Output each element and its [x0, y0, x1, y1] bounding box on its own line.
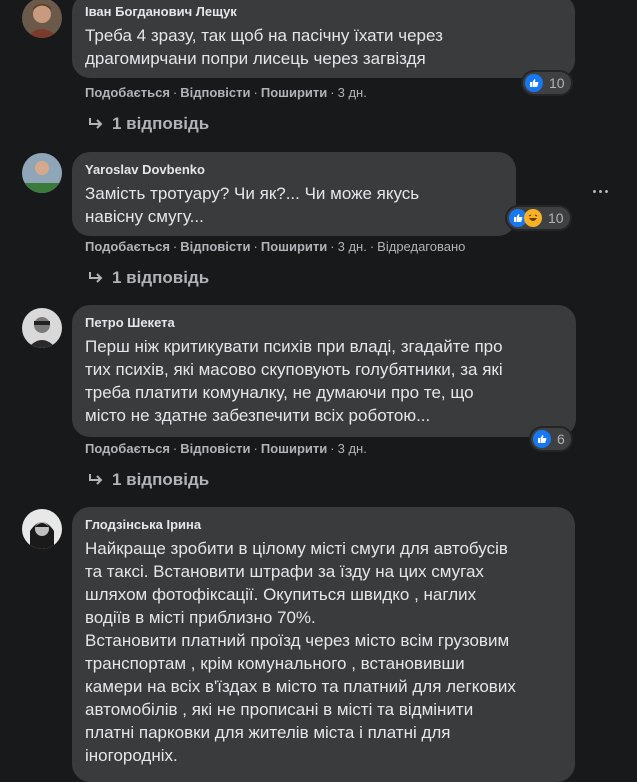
like-reaction-icon — [533, 430, 551, 448]
reply-button[interactable]: Відповісти — [180, 85, 250, 100]
timestamp[interactable]: 3 дн. — [338, 239, 367, 254]
edited-label[interactable]: Відредаговано — [377, 239, 465, 254]
share-button[interactable]: Поширити — [261, 85, 327, 100]
view-replies-button[interactable]: 1 відповідь — [88, 267, 209, 289]
reaction-count: 10 — [548, 210, 564, 226]
view-replies-button[interactable]: 1 відповідь — [88, 469, 209, 491]
comment-bubble: Глодзінська Ірина Найкраще зробити в ціл… — [72, 507, 575, 782]
reply-button[interactable]: Відповісти — [180, 441, 250, 456]
haha-reaction-icon — [524, 209, 542, 227]
avatar[interactable] — [22, 308, 62, 348]
reply-button[interactable]: Відповісти — [180, 239, 250, 254]
avatar[interactable] — [22, 509, 62, 549]
reactions-summary[interactable]: 10 — [523, 72, 571, 94]
reply-arrow-icon — [89, 118, 103, 129]
timestamp[interactable]: 3 дн. — [338, 441, 367, 456]
reactions-summary[interactable]: 6 — [531, 428, 571, 450]
replies-count: 1 відповідь — [112, 114, 210, 133]
comment-bubble: Yaroslav Dovbenko Замість тротуару? Чи я… — [72, 152, 516, 236]
like-button[interactable]: Подобається — [85, 85, 170, 100]
share-button[interactable]: Поширити — [261, 239, 327, 254]
reactions-summary[interactable]: 10 — [507, 207, 570, 229]
comment-text: Найкраще зробити в цілому місті смуги дл… — [85, 539, 516, 765]
comment-author[interactable]: Yaroslav Dovbenko — [85, 161, 502, 178]
like-reaction-icon — [525, 74, 543, 92]
comment-actions: Подобається · Відповісти · Поширити · 3 дн. — [85, 441, 367, 456]
like-button[interactable]: Подобається — [85, 441, 170, 456]
comment-text: Замість тротуару? Чи як?... Чи може якус… — [85, 184, 420, 226]
comment-text: Треба 4 зразу, так щоб на пасічну їхати … — [85, 26, 443, 68]
comment-author[interactable]: Іван Богданович Лещук — [85, 3, 561, 20]
share-button[interactable]: Поширити — [261, 441, 327, 456]
like-button[interactable]: Подобається — [85, 239, 170, 254]
comment-actions: Подобається · Відповісти · Поширити · 3 дн. · Ві… — [85, 239, 466, 254]
avatar[interactable] — [22, 153, 62, 193]
replies-count: 1 відповідь — [112, 470, 210, 489]
reaction-count: 6 — [557, 431, 565, 447]
reaction-count: 10 — [549, 75, 565, 91]
reply-arrow-icon — [89, 272, 103, 283]
reply-arrow-icon — [89, 474, 103, 485]
comment-author[interactable]: Петро Шекета — [85, 314, 562, 331]
avatar[interactable] — [22, 0, 62, 38]
comment-actions: Подобається · Відповісти · Поширити · 3 дн. — [85, 85, 367, 100]
replies-count: 1 відповідь — [112, 268, 210, 287]
more-options-icon[interactable] — [588, 179, 612, 203]
view-replies-button[interactable]: 1 відповідь — [88, 113, 209, 135]
comment-author[interactable]: Глодзінська Ірина — [85, 516, 561, 533]
comment-bubble: Іван Богданович Лещук Треба 4 зразу, так… — [72, 0, 575, 78]
comment-bubble: Петро Шекета Перш ніж критикувати психів… — [72, 305, 576, 437]
comment-text: Перш ніж критикувати психів при владі, з… — [85, 337, 503, 425]
timestamp[interactable]: 3 дн. — [338, 85, 367, 100]
